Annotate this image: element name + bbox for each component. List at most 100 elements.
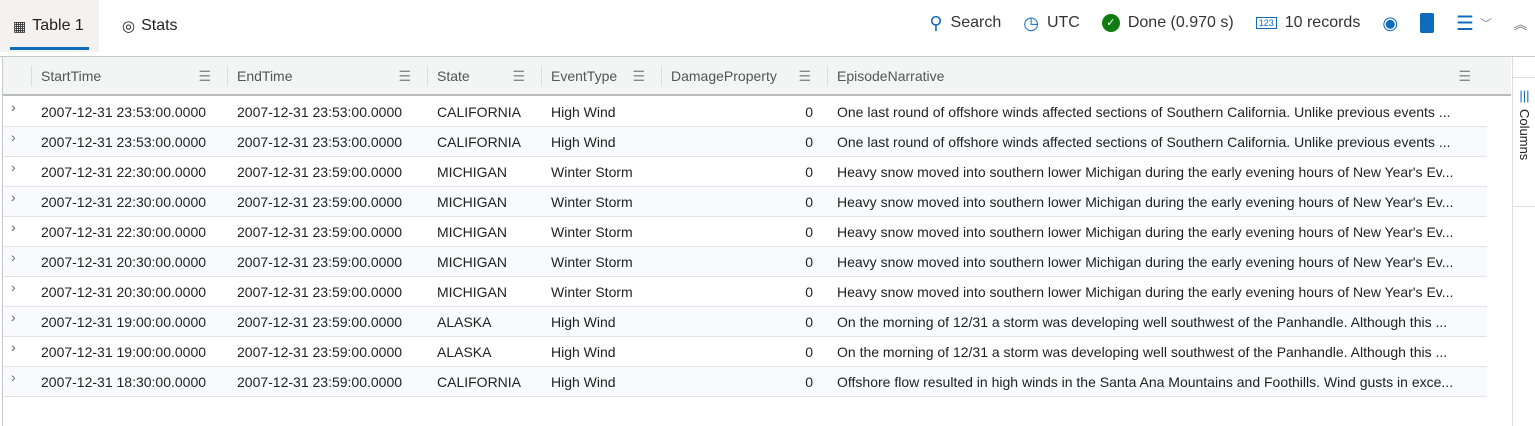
cell-state: CALIFORNIA [437,373,522,390]
column-header-episodenarrative[interactable]: EpisodeNarrative ☰ [827,57,1487,95]
table-row[interactable]: › 2007-12-31 18:30:00.0000 2007-12-31 23:5… [3,367,1487,397]
side-panel: ||| Columns [1512,57,1535,426]
status-indicator: ✓ Done (0.970 s) [1101,14,1234,32]
cell-eventtype: High Wind [551,313,616,330]
cell-starttime: 2007-12-31 22:30:00.0000 [41,223,207,240]
cell-eventtype: High Wind [551,103,616,120]
clipboard-icon[interactable] [1420,13,1435,33]
chevron-right-icon[interactable]: › [11,309,16,325]
column-header-damageproperty[interactable]: DamageProperty ☰ [661,57,827,95]
cell-starttime: 2007-12-31 23:53:00.0000 [41,133,207,150]
cell-damageproperty: 0 [805,223,813,240]
cell-eventtype: High Wind [551,133,616,150]
layout-icon[interactable]: ☰ [1456,11,1474,36]
column-header-starttime[interactable]: StartTime ☰ [31,57,227,95]
chevron-right-icon[interactable]: › [11,189,16,205]
cell-eventtype: High Wind [551,373,616,390]
cell-starttime: 2007-12-31 23:53:00.0000 [41,103,207,120]
cell-damageproperty: 0 [805,193,813,210]
cell-damageproperty: 0 [805,103,813,120]
collapse-icon[interactable]: ︽ [1514,14,1527,33]
column-menu-icon[interactable]: ☰ [1458,68,1471,85]
cell-starttime: 2007-12-31 20:30:00.0000 [41,283,207,300]
cell-starttime: 2007-12-31 19:00:00.0000 [41,313,207,330]
column-header-eventtype[interactable]: EventType ☰ [541,57,661,95]
cell-state: CALIFORNIA [437,133,522,150]
column-menu-icon[interactable]: ☰ [632,68,645,85]
cell-episodenarrative: Heavy snow moved into southern lower Mic… [837,283,1454,300]
table-icon: ▦ [13,17,27,34]
table-row[interactable]: › 2007-12-31 20:30:00.0000 2007-12-31 23:5… [3,247,1487,277]
chevron-right-icon[interactable]: › [11,99,16,115]
cell-state: MICHIGAN [437,223,507,240]
cell-endtime: 2007-12-31 23:59:00.0000 [237,373,403,390]
cell-endtime: 2007-12-31 23:59:00.0000 [237,343,403,360]
cell-state: CALIFORNIA [437,103,522,120]
cell-eventtype: High Wind [551,343,616,360]
cell-endtime: 2007-12-31 23:53:00.0000 [237,103,403,120]
cell-state: MICHIGAN [437,193,507,210]
records-count: 123 10 records [1255,14,1360,32]
cell-state: MICHIGAN [437,283,507,300]
chevron-right-icon[interactable]: › [11,369,16,385]
stats-icon: ◎ [122,18,136,35]
cell-episodenarrative: On the morning of 12/31 a storm was deve… [837,313,1448,330]
chevron-right-icon[interactable]: › [11,219,16,235]
search-icon: ⚲ [929,12,943,33]
cell-endtime: 2007-12-31 23:59:00.0000 [237,313,403,330]
cell-episodenarrative: Heavy snow moved into southern lower Mic… [837,253,1454,270]
column-header-endtime[interactable]: EndTime ☰ [227,57,427,95]
cell-state: ALASKA [437,343,492,360]
column-menu-icon[interactable]: ☰ [798,68,811,85]
cell-endtime: 2007-12-31 23:59:00.0000 [237,283,403,300]
table-row[interactable]: › 2007-12-31 20:30:00.0000 2007-12-31 23:5… [3,277,1487,307]
chevron-down-icon[interactable]: ﹀ [1480,15,1492,32]
chevron-right-icon[interactable]: › [11,249,16,265]
cell-episodenarrative: On the morning of 12/31 a storm was deve… [837,343,1448,360]
chevron-right-icon[interactable]: › [11,159,16,175]
cell-damageproperty: 0 [805,133,813,150]
cell-eventtype: Winter Storm [551,193,633,210]
column-menu-icon[interactable]: ☰ [398,68,411,85]
table-row[interactable]: › 2007-12-31 23:53:00.0000 2007-12-31 23:5… [3,127,1487,157]
eye-icon[interactable]: ◉ [1382,13,1398,34]
tab-stats[interactable]: ◎ Stats [122,0,178,52]
chevron-right-icon[interactable]: › [11,279,16,295]
cell-damageproperty: 0 [805,373,813,390]
column-header-state[interactable]: State ☰ [427,57,541,95]
search-button[interactable]: ⚲ Search [929,13,1001,34]
cell-endtime: 2007-12-31 23:59:00.0000 [237,253,403,270]
cell-damageproperty: 0 [805,283,813,300]
table-row[interactable]: › 2007-12-31 23:53:00.0000 2007-12-31 23:5… [3,97,1487,127]
cell-eventtype: Winter Storm [551,223,633,240]
cell-state: ALASKA [437,313,492,330]
tab-table-1[interactable]: ▦ Table 1 [0,0,99,52]
cell-episodenarrative: Offshore flow resulted in high winds in … [837,373,1454,390]
columns-icon: ||| [1519,88,1530,103]
table-row[interactable]: › 2007-12-31 19:00:00.0000 2007-12-31 23:5… [3,337,1487,367]
cell-endtime: 2007-12-31 23:59:00.0000 [237,193,403,210]
cell-damageproperty: 0 [805,343,813,360]
cell-starttime: 2007-12-31 22:30:00.0000 [41,163,207,180]
chevron-right-icon[interactable]: › [11,129,16,145]
table-row[interactable]: › 2007-12-31 22:30:00.0000 2007-12-31 23:5… [3,187,1487,217]
cell-starttime: 2007-12-31 20:30:00.0000 [41,253,207,270]
cell-endtime: 2007-12-31 23:59:00.0000 [237,163,403,180]
clock-icon: ◷ [1023,12,1039,33]
columns-panel-toggle[interactable]: ||| Columns [1513,77,1535,207]
table-row[interactable]: › 2007-12-31 22:30:00.0000 2007-12-31 23:5… [3,157,1487,187]
cell-starttime: 2007-12-31 22:30:00.0000 [41,193,207,210]
timezone-button[interactable]: ◷ UTC [1023,13,1080,34]
cell-damageproperty: 0 [805,313,813,330]
column-menu-icon[interactable]: ☰ [198,68,211,85]
cell-episodenarrative: Heavy snow moved into southern lower Mic… [837,163,1454,180]
cell-damageproperty: 0 [805,253,813,270]
chevron-right-icon[interactable]: › [11,339,16,355]
table-row[interactable]: › 2007-12-31 22:30:00.0000 2007-12-31 23:5… [3,217,1487,247]
cell-episodenarrative: One last round of offshore winds affecte… [837,133,1451,150]
column-menu-icon[interactable]: ☰ [512,68,525,85]
cell-eventtype: Winter Storm [551,253,633,270]
table-row[interactable]: › 2007-12-31 19:00:00.0000 2007-12-31 23:5… [3,307,1487,337]
cell-state: MICHIGAN [437,163,507,180]
cell-eventtype: Winter Storm [551,283,633,300]
